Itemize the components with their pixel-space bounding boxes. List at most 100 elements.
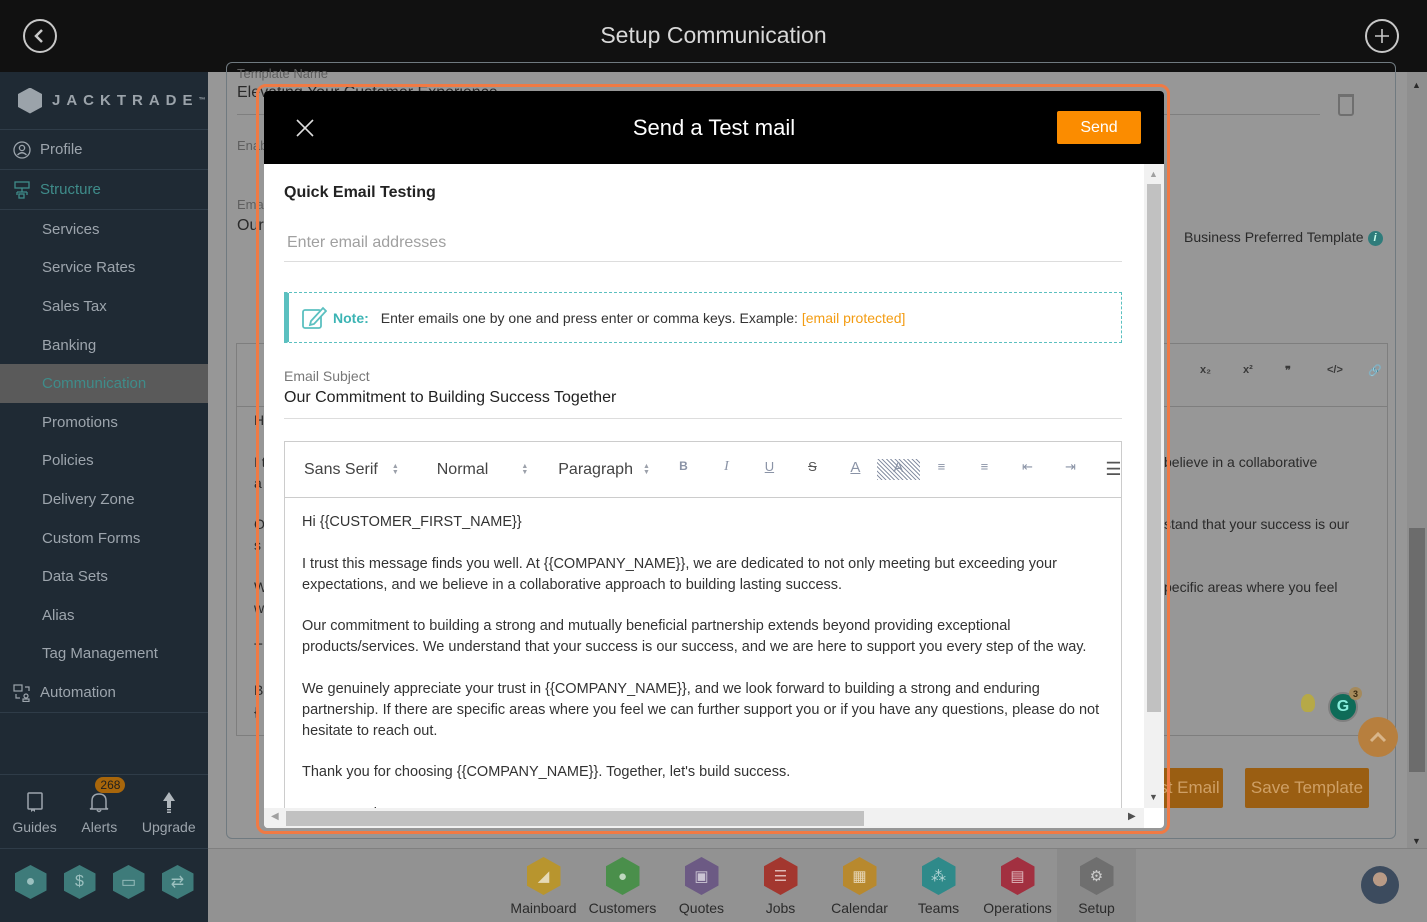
modal-vertical-scrollbar[interactable]: ▲ ▼ — [1144, 164, 1164, 808]
logo-tm: ™ — [198, 97, 206, 104]
dock-item-calendar[interactable]: ▦ Calendar — [820, 849, 899, 922]
scroll-down-arrow[interactable]: ▼ — [1149, 792, 1158, 802]
alerts-button[interactable]: 268 Alerts — [81, 776, 126, 835]
block-select-value: Paragraph — [558, 460, 633, 478]
sidebar-item-services[interactable]: Services — [0, 210, 208, 249]
send-test-mail-modal: Send a Test mail Send Quick Email Testin… — [264, 91, 1164, 828]
upgrade-label: Upgrade — [141, 818, 196, 835]
sidebar-item-label: Service Rates — [42, 259, 136, 277]
sidebar-item-delivery-zone[interactable]: Delivery Zone — [0, 480, 208, 519]
sidebar-item-custom-forms[interactable]: Custom Forms — [0, 519, 208, 558]
modal-vscroll-thumb[interactable] — [1147, 184, 1161, 712]
editor-content[interactable]: Hi {{CUSTOMER_FIRST_NAME}} I trust this m… — [285, 498, 1121, 808]
sidebar-item-structure[interactable]: Structure — [0, 170, 208, 210]
bg-body-fragment: pecific areas where you feel — [1164, 579, 1338, 595]
sidebar-item-tag-management[interactable]: Tag Management — [0, 635, 208, 674]
sidebar-item-data-sets[interactable]: Data Sets — [0, 557, 208, 596]
note-label: Note: — [333, 309, 369, 326]
sidebar-item-sales-tax[interactable]: Sales Tax — [0, 287, 208, 326]
send-button[interactable]: Send — [1057, 111, 1141, 144]
indent-button[interactable]: ⇥ — [1049, 459, 1092, 480]
scroll-up-arrow[interactable]: ▲ — [1412, 80, 1421, 90]
sidebar-item-promotions[interactable]: Promotions — [0, 403, 208, 442]
dollar-hex-icon[interactable]: $ — [63, 865, 96, 899]
sidebar-item-label: Communication — [42, 375, 147, 393]
italic-button[interactable]: I — [705, 459, 748, 480]
sidebar-item-label: Custom Forms — [42, 529, 141, 547]
sidebar-item-banking[interactable]: Banking — [0, 326, 208, 365]
user-circle-icon — [13, 140, 31, 159]
ordered-list-button[interactable]: ≡ — [920, 459, 963, 480]
sidebar-item-automation[interactable]: Automation — [0, 673, 208, 714]
alerts-label: Alerts — [81, 818, 118, 835]
email-subject-field[interactable]: Our Commitment to Building Success Toget… — [284, 389, 1122, 419]
font-select[interactable]: Sans Serif ▲ ▼ — [304, 461, 399, 479]
avatar[interactable] — [1361, 866, 1399, 904]
user-hex-icon[interactable]: ● — [14, 865, 47, 899]
page-scrollbar[interactable]: ▲ ▼ — [1407, 72, 1427, 850]
sidebar-item-label: Services — [42, 220, 100, 238]
lightbulb-icon[interactable] — [1301, 694, 1315, 712]
sidebar-item-label: Structure — [40, 181, 101, 198]
sidebar-item-alias[interactable]: Alias — [0, 596, 208, 635]
sidebar-item-policies[interactable]: Policies — [0, 442, 208, 481]
modal-title: Send a Test mail — [632, 115, 796, 140]
outdent-button[interactable]: ⇤ — [1006, 459, 1049, 480]
block-select[interactable]: Paragraph ▲ ▼ — [558, 461, 650, 479]
strike-button[interactable]: S — [791, 459, 834, 480]
dock-item-teams[interactable]: ⁂ Teams — [899, 849, 978, 922]
align-button[interactable]: ☰ — [1092, 459, 1121, 480]
plus-icon — [1375, 29, 1389, 43]
sidebar-item-label: Delivery Zone — [42, 490, 135, 508]
info-icon[interactable]: i — [1367, 230, 1383, 246]
editor-paragraph: We genuinely appreciate your trust in {{… — [302, 680, 1100, 739]
sidebar-item-profile[interactable]: Profile — [0, 130, 208, 170]
dock-item-customers[interactable]: ● Customers — [583, 849, 662, 922]
font-select-value: Sans Serif — [304, 460, 378, 478]
dock-item-setup[interactable]: ⚙ Setup — [1057, 849, 1136, 922]
sidebar-item-label: Tag Management — [42, 645, 158, 663]
scroll-top-button[interactable] — [1358, 717, 1398, 757]
money-hex-icon[interactable]: ▭ — [112, 865, 145, 899]
business-preferred-text: Business Preferred Template — [1184, 229, 1364, 245]
select-arrows-icon: ▲ ▼ — [521, 462, 529, 476]
section-title: Quick Email Testing — [284, 184, 436, 201]
dock-item-label: Jobs — [765, 900, 796, 916]
text-color-button[interactable]: A — [834, 459, 877, 480]
scroll-up-arrow[interactable]: ▲ — [1149, 169, 1158, 179]
logo: JACKTRADE ™ — [0, 72, 208, 130]
trash-icon[interactable] — [1338, 94, 1354, 116]
dock-item-jobs[interactable]: ☰ Jobs — [741, 849, 820, 922]
add-button[interactable] — [1365, 19, 1399, 53]
email-subject-label: Email Subject — [284, 368, 370, 384]
email-addresses-input[interactable] — [284, 224, 1122, 262]
workflow-hex-icon[interactable]: ⇄ — [161, 865, 194, 899]
scroll-right-arrow[interactable]: ▶ — [1128, 811, 1136, 822]
scroll-down-arrow[interactable]: ▼ — [1412, 836, 1421, 846]
modal-hscroll-thumb[interactable] — [286, 811, 864, 826]
bold-button[interactable]: B — [662, 459, 705, 480]
modal-header: Send a Test mail Send — [264, 91, 1164, 164]
alerts-badge: 268 — [95, 776, 126, 793]
editor-paragraph: I trust this message finds you well. At … — [302, 555, 1057, 593]
modal-horizontal-scrollbar[interactable]: ◀ ▶ — [264, 808, 1144, 828]
scroll-left-arrow[interactable]: ◀ — [271, 811, 279, 822]
dock-item-quotes[interactable]: ▣ Quotes — [662, 849, 741, 922]
save-template-button[interactable]: Save Template — [1245, 768, 1369, 808]
underline-button[interactable]: U — [748, 459, 791, 480]
dock-item-mainboard[interactable]: ◢ Mainboard — [504, 849, 583, 922]
bell-icon — [89, 792, 109, 812]
sidebar-item-service-rates[interactable]: Service Rates — [0, 249, 208, 288]
page-scroll-thumb[interactable] — [1409, 528, 1425, 772]
dock-item-operations[interactable]: ▤ Operations — [978, 849, 1057, 922]
highlight-button[interactable]: A — [876, 459, 920, 480]
note-example[interactable]: [email protected] — [802, 310, 906, 326]
bullet-list-button[interactable]: ≡ — [963, 459, 1006, 480]
sidebar-item-label: Policies — [42, 452, 94, 470]
size-select[interactable]: Normal ▲ ▼ — [437, 461, 529, 479]
upgrade-button[interactable]: Upgrade — [142, 789, 196, 835]
guides-button[interactable]: Guides — [12, 789, 57, 835]
guides-label: Guides — [12, 818, 57, 835]
sidebar-item-communication[interactable]: Communication — [0, 364, 208, 403]
grammarly-icon[interactable]: G3 — [1328, 687, 1362, 722]
